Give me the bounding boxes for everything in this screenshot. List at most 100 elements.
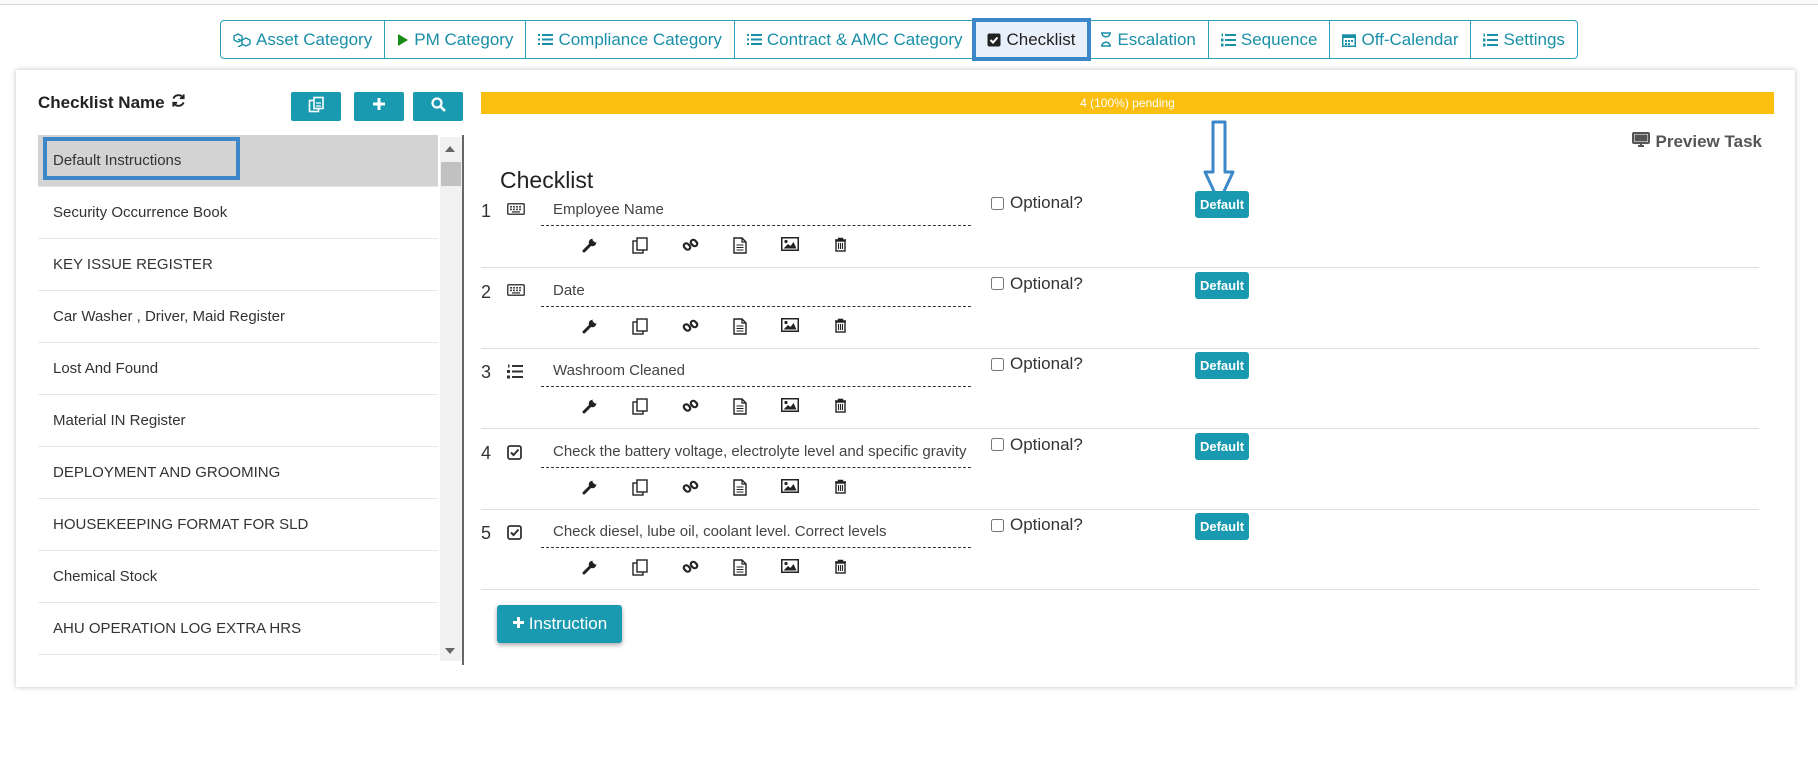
wrench-icon[interactable] xyxy=(565,479,615,496)
list-scrollbar[interactable] xyxy=(440,137,462,661)
default-badge-button[interactable]: Default xyxy=(1195,513,1249,540)
instruction-field[interactable]: Date xyxy=(541,274,971,307)
copy-icon[interactable] xyxy=(615,398,665,415)
link-icon[interactable] xyxy=(665,398,715,415)
link-icon[interactable] xyxy=(665,237,715,254)
instruction-field[interactable]: Washroom Cleaned xyxy=(541,354,971,387)
optional-checkbox[interactable] xyxy=(991,357,1004,371)
tab-compliance-category[interactable]: Compliance Category xyxy=(526,21,735,58)
row-number: 2 xyxy=(481,281,492,302)
trash-icon[interactable] xyxy=(815,237,865,254)
add-instruction-label: Instruction xyxy=(528,614,608,633)
keyboard-icon xyxy=(507,203,525,215)
image-icon[interactable] xyxy=(765,559,815,576)
default-badge-button[interactable]: Default xyxy=(1195,432,1249,460)
wrench-icon[interactable] xyxy=(565,398,615,415)
instruction-field[interactable]: Check the battery voltage, electrolyte l… xyxy=(541,435,971,468)
optional-checkbox[interactable] xyxy=(991,518,1004,532)
tab-contract-amc-category[interactable]: Contract & AMC Category xyxy=(735,21,976,58)
optional-checkbox[interactable] xyxy=(991,438,1004,451)
list-item[interactable]: DEPLOYMENT AND GROOMING xyxy=(38,447,438,499)
list-item[interactable]: HOUSEKEEPING FORMAT FOR SLD xyxy=(38,499,438,551)
tab-label: Settings xyxy=(1503,29,1565,49)
optional-toggle[interactable]: Optional? xyxy=(991,435,1083,455)
search-checklist-button[interactable] xyxy=(413,92,463,121)
link-icon[interactable] xyxy=(665,479,715,496)
document-icon[interactable] xyxy=(715,317,765,335)
copy-icon[interactable] xyxy=(615,237,665,254)
list-item[interactable]: AHU OPERATION LOG EXTRA HRS xyxy=(38,603,438,655)
row-actions xyxy=(565,398,865,415)
image-icon[interactable] xyxy=(765,398,815,415)
search-icon xyxy=(430,96,446,117)
optional-toggle[interactable]: Optional? xyxy=(991,193,1083,213)
tab-asset-category[interactable]: Asset Category xyxy=(221,21,386,58)
list-item[interactable]: KEY ISSUE REGISTER xyxy=(38,239,438,291)
play-icon xyxy=(397,33,409,47)
list-item[interactable]: Security Occurrence Book xyxy=(38,187,438,239)
copy-icon xyxy=(308,96,325,118)
checklist-name-label: Checklist Name xyxy=(38,93,165,112)
scroll-down-arrow-icon[interactable] xyxy=(445,648,455,654)
copy-icon[interactable] xyxy=(615,559,665,576)
checklist-row: 5 Check diesel, lube oil, coolant level. … xyxy=(481,509,1759,590)
tab-checklist[interactable]: Checklist xyxy=(972,18,1092,61)
instruction-field[interactable]: Check diesel, lube oil, coolant level. C… xyxy=(541,515,971,548)
tab-label: PM Category xyxy=(414,29,514,49)
optional-checkbox[interactable] xyxy=(991,196,1004,210)
optional-toggle[interactable]: Optional? xyxy=(991,354,1083,374)
link-icon[interactable] xyxy=(665,318,715,335)
tab-off-calendar[interactable]: Off-Calendar xyxy=(1330,21,1472,58)
document-icon[interactable] xyxy=(715,398,765,415)
trash-icon[interactable] xyxy=(815,479,865,496)
image-icon[interactable] xyxy=(765,478,815,496)
document-icon[interactable] xyxy=(715,559,765,576)
document-icon[interactable] xyxy=(715,237,765,254)
progress-fill: 4 (100%) pending xyxy=(481,92,1774,114)
wrench-icon[interactable] xyxy=(565,318,615,335)
optional-checkbox[interactable] xyxy=(991,277,1004,290)
tab-label: Escalation xyxy=(1117,29,1196,49)
document-icon[interactable] xyxy=(715,478,765,496)
row-number: 3 xyxy=(481,362,492,382)
optional-label: Optional? xyxy=(1010,273,1083,293)
image-icon[interactable] xyxy=(765,317,815,335)
copy-icon[interactable] xyxy=(615,317,665,335)
tab-label: Asset Category xyxy=(256,29,373,49)
optional-label: Optional? xyxy=(1010,354,1083,373)
tab-pm-category[interactable]: PM Category xyxy=(385,21,527,58)
tab-escalation[interactable]: Escalation xyxy=(1088,21,1209,58)
default-badge-button[interactable]: Default xyxy=(1195,352,1249,379)
copy-icon[interactable] xyxy=(615,478,665,496)
list-item[interactable]: Material IN Register xyxy=(38,395,438,447)
default-badge-button[interactable]: Default xyxy=(1195,271,1249,299)
copy-checklist-button[interactable] xyxy=(291,92,341,121)
add-instruction-button[interactable]: Instruction xyxy=(497,605,622,643)
link-icon[interactable] xyxy=(665,559,715,576)
list-item[interactable]: Default Instructions xyxy=(38,135,438,187)
list-item[interactable]: Car Washer , Driver, Maid Register xyxy=(38,291,438,343)
top-divider xyxy=(0,0,1818,5)
optional-toggle[interactable]: Optional? xyxy=(991,274,1083,294)
wrench-icon[interactable] xyxy=(565,559,615,576)
add-checklist-button[interactable] xyxy=(354,92,404,121)
instruction-field[interactable]: Employee Name xyxy=(541,193,971,226)
tab-label: Off-Calendar xyxy=(1361,29,1459,49)
list-item[interactable]: Chemical Stock xyxy=(38,551,438,603)
preview-task-button[interactable]: Preview Task xyxy=(1631,132,1762,152)
tab-label: Checklist xyxy=(1006,29,1076,49)
trash-icon[interactable] xyxy=(815,559,865,576)
list-icon xyxy=(538,33,554,46)
list-item[interactable]: Lost And Found xyxy=(38,343,438,395)
default-badge-button[interactable]: Default xyxy=(1195,191,1249,218)
tab-sequence[interactable]: Sequence xyxy=(1209,21,1331,58)
scrollbar-thumb[interactable] xyxy=(441,162,461,186)
wrench-icon[interactable] xyxy=(565,237,615,254)
scroll-up-arrow-icon[interactable] xyxy=(445,146,455,152)
refresh-icon[interactable] xyxy=(171,93,186,113)
trash-icon[interactable] xyxy=(815,398,865,415)
tab-settings[interactable]: Settings xyxy=(1471,21,1576,58)
image-icon[interactable] xyxy=(765,237,815,254)
trash-icon[interactable] xyxy=(815,318,865,335)
optional-toggle[interactable]: Optional? xyxy=(991,515,1083,535)
